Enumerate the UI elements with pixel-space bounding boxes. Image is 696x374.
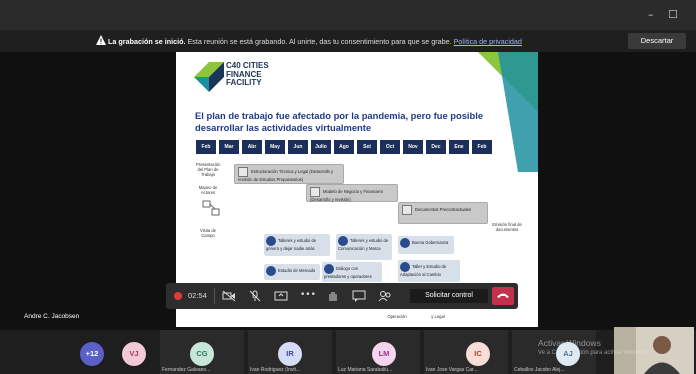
participant-name: Fernandez Galeano... bbox=[162, 367, 211, 373]
maximize-button[interactable]: ☐ bbox=[668, 8, 678, 21]
recording-indicator bbox=[174, 292, 182, 300]
timeline-month: Mar bbox=[219, 140, 239, 154]
precontract-box: Documentos Precontractuales bbox=[398, 202, 488, 224]
presenter-name: Andre C. Jacobsen bbox=[24, 313, 80, 320]
activate-windows-watermark: Activar Windows Ve a Configuración para … bbox=[538, 338, 650, 356]
timeline-month: Julio bbox=[311, 140, 331, 154]
market-icon bbox=[266, 266, 276, 276]
participant-avatar[interactable]: IR bbox=[278, 342, 302, 366]
recording-text: Esta reunión se está grabando. Al unirte… bbox=[185, 37, 454, 46]
technical-legal-box: Estructuración Técnica y Legal (Desarrol… bbox=[234, 164, 344, 184]
chat-icon[interactable] bbox=[352, 290, 366, 302]
site-visit-label: Visita de Campo bbox=[200, 228, 216, 238]
meeting-toolbar: 02:54 ••• Solicitar control bbox=[166, 283, 518, 309]
timeline-month: Set bbox=[357, 140, 377, 154]
operation-label: Operación bbox=[387, 314, 407, 319]
business-model-box: Modelo de Negocio y Financiero (Desarrol… bbox=[306, 184, 398, 202]
camera-off-icon[interactable] bbox=[222, 290, 236, 302]
timeline-month: Feb bbox=[196, 140, 216, 154]
participant-avatar[interactable]: LM bbox=[372, 342, 396, 366]
privacy-policy-link[interactable]: Política de privacidad bbox=[454, 37, 522, 46]
toolbar-divider bbox=[214, 288, 215, 304]
market-study-box: Estudio de Mercado bbox=[264, 264, 320, 280]
climate-adaptation-box: Taller y Estudio de Adaptación al Cambio bbox=[398, 260, 460, 282]
people-icon bbox=[266, 236, 276, 246]
timeline-month: Dec bbox=[426, 140, 446, 154]
dialogue-box: Diálogo con prestadores y operadores bbox=[322, 262, 382, 282]
contract-icon bbox=[402, 205, 412, 215]
meeting-timer: 02:54 bbox=[188, 291, 207, 300]
warning-icon bbox=[96, 35, 106, 45]
timeline-month: Jun bbox=[288, 140, 308, 154]
request-control-button[interactable]: Solicitar control bbox=[410, 289, 488, 303]
gender-workshop-box: Talleres y estudio de género y dejar nad… bbox=[264, 234, 330, 256]
dialogue-icon bbox=[324, 264, 334, 274]
participant-name: Ivan Jose Vargas Car... bbox=[426, 367, 478, 373]
timeline-month: Nov bbox=[403, 140, 423, 154]
mic-off-icon[interactable] bbox=[248, 290, 262, 302]
megaphone-icon bbox=[338, 236, 348, 246]
timeline-month: May bbox=[265, 140, 285, 154]
plan-label: Presentación del Plan de Trabajo bbox=[196, 162, 221, 177]
final-docs-label: Emisión final de documentos bbox=[492, 222, 522, 232]
hang-up-button[interactable] bbox=[492, 287, 514, 305]
recording-banner: La grabación se inició. Esta reunión se … bbox=[0, 30, 696, 52]
governance-icon bbox=[400, 238, 410, 248]
timeline-month: Abr bbox=[242, 140, 262, 154]
more-options-button[interactable]: ••• bbox=[300, 290, 316, 300]
timeline-month: Ago bbox=[334, 140, 354, 154]
logo-text: C40 CITIES FINANCE FACILITY bbox=[226, 61, 269, 87]
title-bar: – ☐ bbox=[0, 0, 696, 30]
c40-logo-icon bbox=[194, 62, 224, 92]
participants-icon[interactable] bbox=[378, 290, 392, 302]
mapping-label: Mapeo de Actores bbox=[198, 185, 218, 195]
share-screen-icon[interactable] bbox=[274, 290, 288, 302]
legal-label: y Legal bbox=[431, 314, 445, 319]
timeline-month: Oct bbox=[380, 140, 400, 154]
minimize-button[interactable]: – bbox=[648, 8, 654, 21]
participant-avatar[interactable]: VJ bbox=[122, 342, 146, 366]
participant-avatar[interactable]: IC bbox=[466, 342, 490, 366]
recording-message: La grabación se inició. Esta reunión se … bbox=[108, 37, 522, 46]
participant-name: Ceballos Jacobo Alej... bbox=[514, 367, 565, 373]
timeline-month: Feb bbox=[472, 140, 492, 154]
org-chart-icon bbox=[202, 200, 220, 216]
communication-workshop-box: Talleres y estudio de Comunicación y Mar… bbox=[336, 234, 392, 260]
timeline-month: Ene bbox=[449, 140, 469, 154]
timeline-months: Feb Mar Abr May Jun Julio Ago Set Oct Nov Dec Ene Fe… bbox=[196, 140, 492, 154]
participant-avatar[interactable]: CG bbox=[190, 342, 214, 366]
document-icon bbox=[238, 167, 248, 177]
participant-name: Ivan Rodriguez (Invit... bbox=[250, 367, 301, 373]
hang-up-icon bbox=[497, 293, 509, 298]
climate-icon bbox=[400, 262, 410, 272]
slide-title: El plan de trabajo fue afectado por la p… bbox=[195, 110, 484, 133]
raise-hand-icon[interactable] bbox=[326, 290, 340, 302]
dismiss-button[interactable]: Descartar bbox=[628, 33, 686, 49]
governance-box: Buena Gobernanza bbox=[398, 236, 454, 254]
participant-name: Luz Mariana Sarabaliú... bbox=[338, 367, 393, 373]
more-participants-badge[interactable]: +12 bbox=[80, 342, 104, 366]
recording-title: La grabación se inició. bbox=[108, 37, 186, 46]
chart-icon bbox=[310, 187, 320, 197]
